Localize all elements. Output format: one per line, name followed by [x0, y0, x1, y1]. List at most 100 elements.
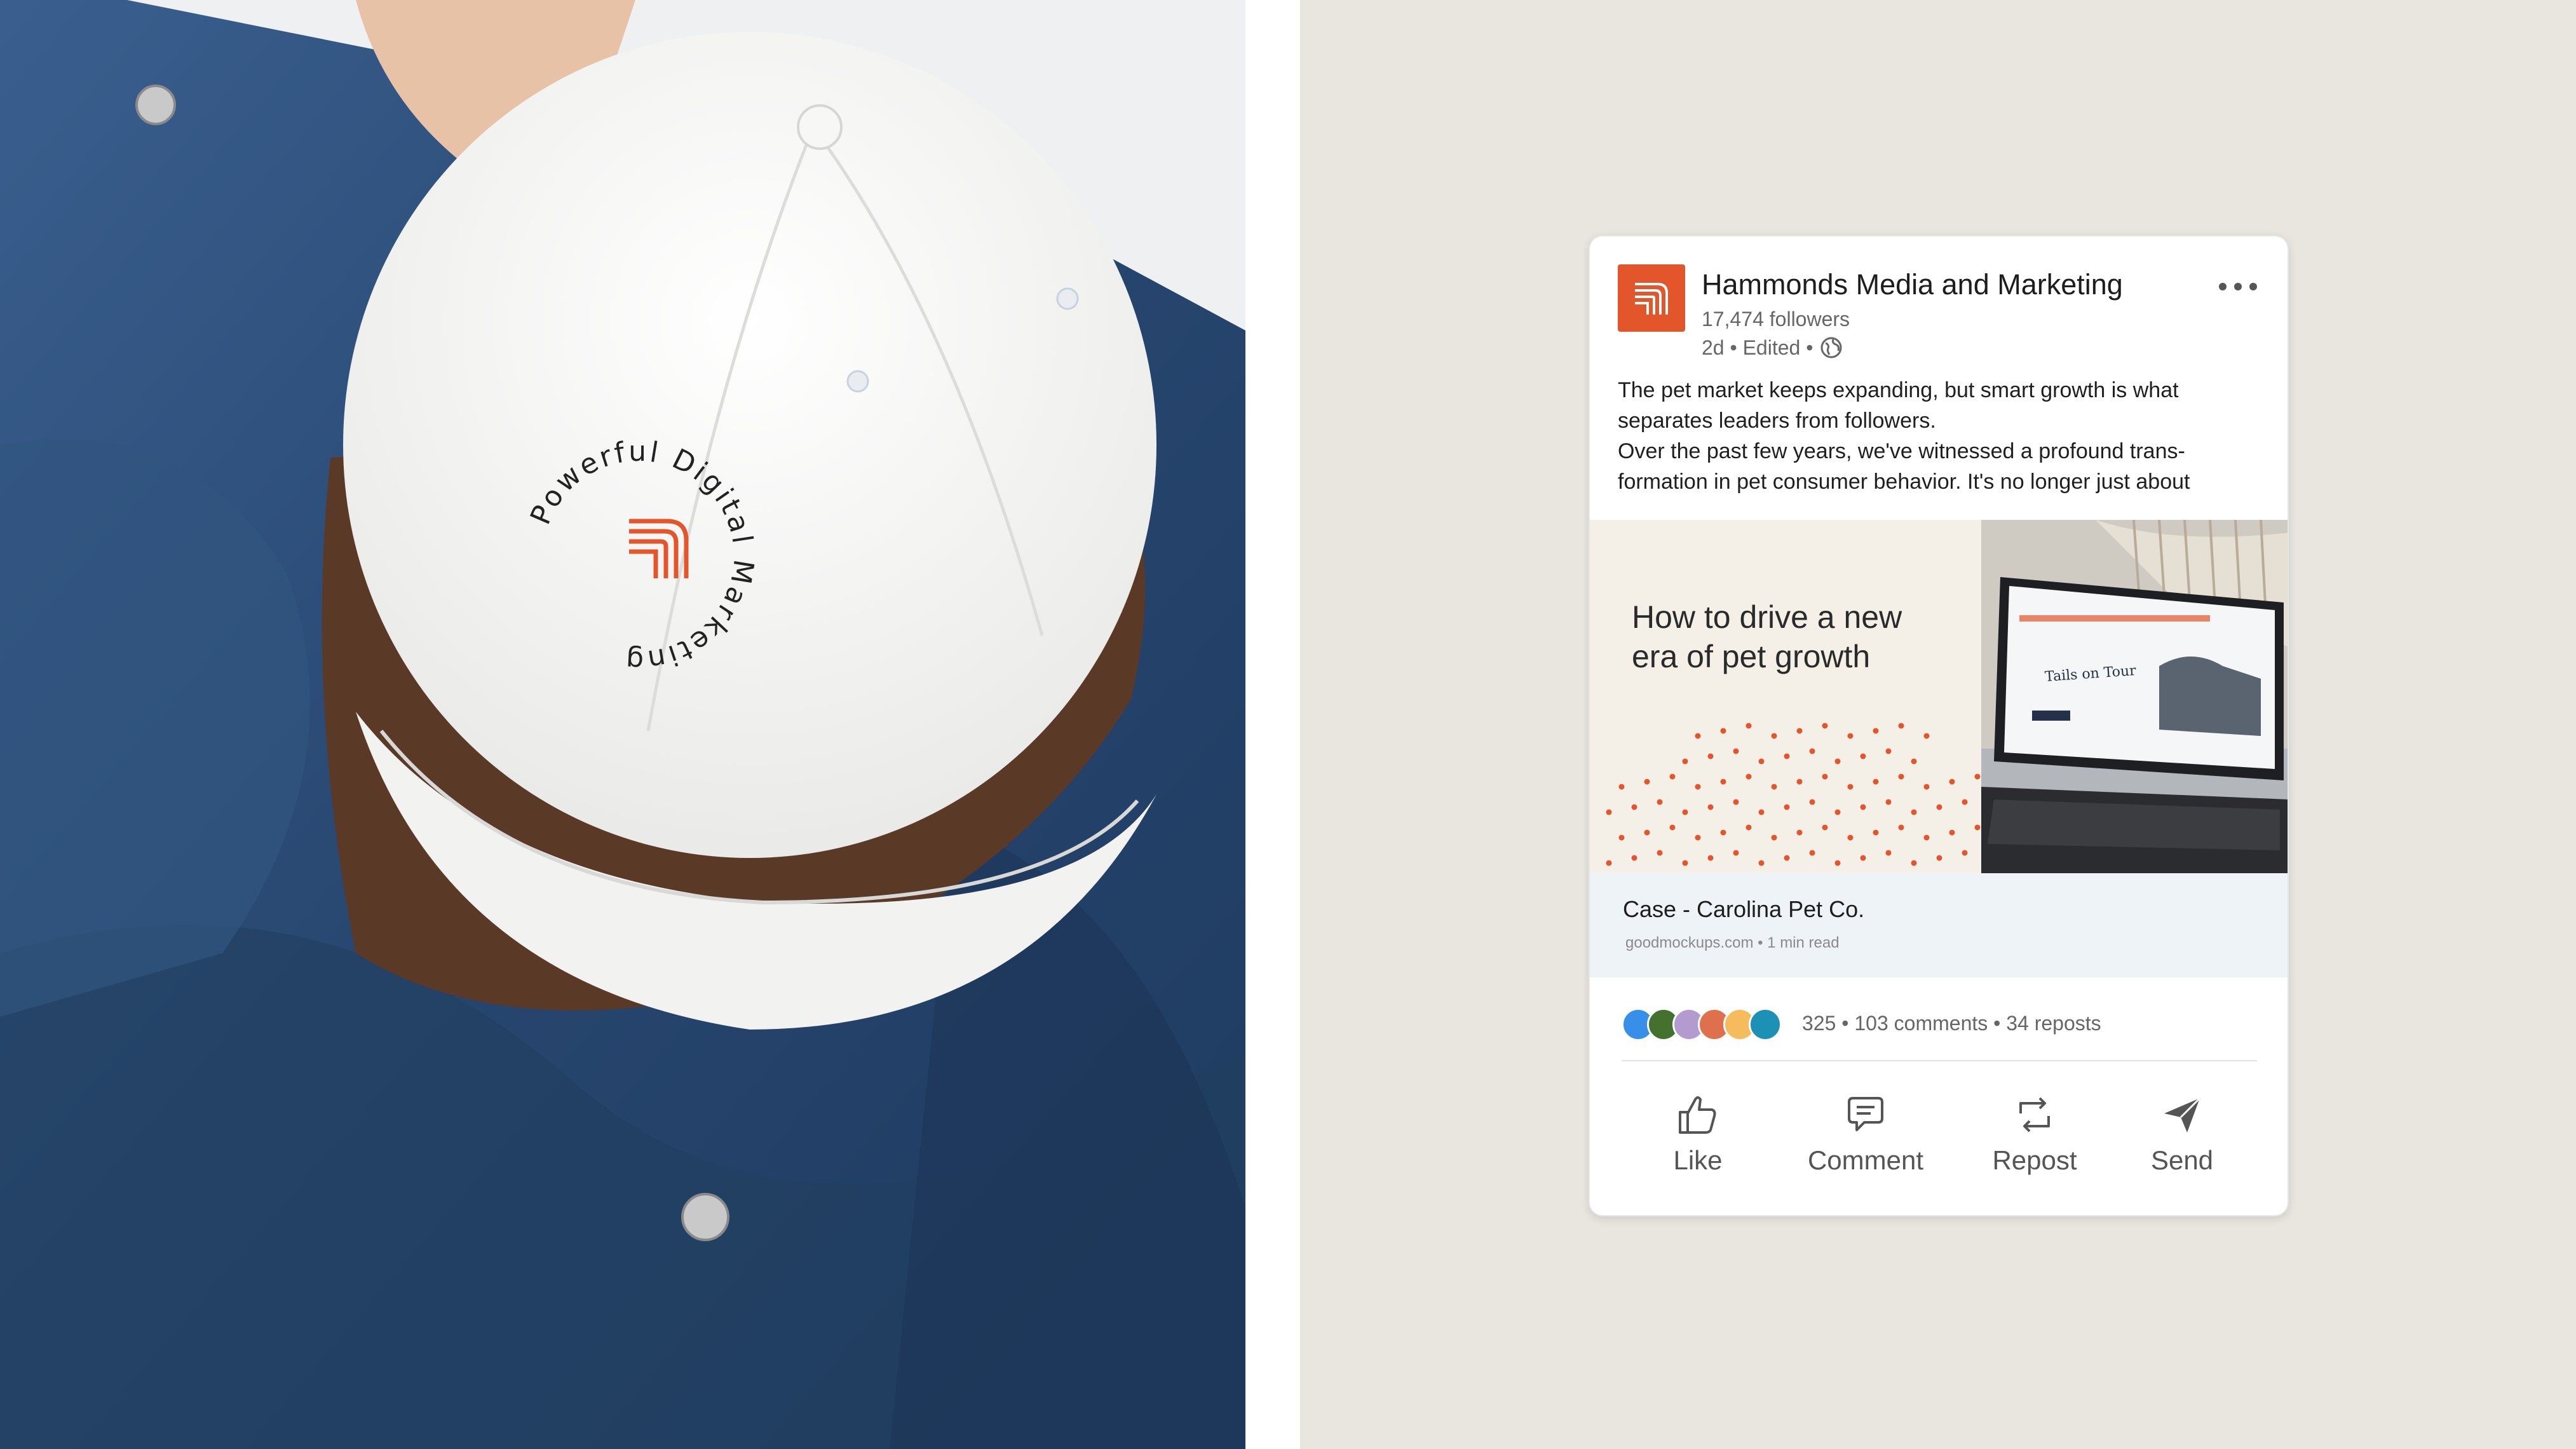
pattern-dot [1707, 804, 1714, 810]
pattern-dot [1720, 829, 1726, 836]
pattern-dot [1809, 850, 1815, 856]
pattern-dot [1962, 799, 1968, 805]
pattern-dot [1682, 860, 1688, 866]
pattern-dot [1847, 784, 1854, 790]
pattern-dot [1771, 834, 1777, 841]
pattern-dot [1720, 728, 1726, 734]
pattern-dot [1758, 860, 1765, 866]
pattern-dot [1822, 824, 1828, 831]
post-body-line: The pet market keeps expanding, but smar… [1618, 378, 2179, 402]
pattern-dot [1949, 829, 1955, 836]
pattern-dot [1707, 753, 1714, 759]
pattern-dot [1796, 728, 1803, 734]
pattern-dot [1885, 748, 1892, 754]
pattern-dot [1911, 860, 1917, 866]
thumbs-up-icon [1679, 1096, 1716, 1134]
media-headline-line: era of pet growth [1632, 639, 1871, 674]
pattern-dot [1974, 824, 1981, 831]
pattern-dot [1695, 834, 1701, 841]
pattern-dot [1733, 748, 1739, 754]
send-icon [2164, 1097, 2201, 1133]
comment-button[interactable]: Comment [1796, 1075, 1935, 1190]
pattern-dot [1936, 855, 1942, 861]
pattern-dot [1657, 799, 1663, 805]
post-body-line: Over the past few years, we've witnessed… [1618, 439, 2185, 463]
pattern-dot [1898, 773, 1904, 780]
post-body-line: formation in pet consumer behavior. It's… [1618, 470, 2190, 494]
pattern-dot [1834, 758, 1841, 765]
pattern-dot [1733, 799, 1739, 805]
laptop-illustration [1981, 520, 2288, 873]
pattern-dot [1771, 733, 1777, 739]
pattern-dot [1885, 850, 1892, 856]
reaction-icons[interactable] [1622, 1008, 1793, 1041]
link-preview[interactable]: Case - Carolina Pet Co. goodmockups.com … [1590, 873, 2288, 977]
media-headline: How to drive a new era of pet growth [1632, 597, 1975, 676]
pattern-dot [1860, 855, 1866, 861]
comment-icon [1848, 1097, 1883, 1131]
pattern-dot [1873, 728, 1879, 734]
company-name[interactable]: Hammonds Media and Marketing [1702, 268, 2123, 301]
post-meta-text: 2d • Edited • [1702, 336, 1813, 359]
pattern-dot [1720, 779, 1726, 785]
pattern-dot [1695, 733, 1701, 739]
pattern-dot [1669, 773, 1676, 780]
pattern-dot [1618, 834, 1625, 841]
pattern-dot [1923, 733, 1930, 739]
post-body: The pet market keeps expanding, but smar… [1618, 375, 2260, 497]
cap-photo: Powerful Digital Marketing [0, 0, 1245, 1449]
pattern-dot [1911, 758, 1917, 765]
pattern-dot [1847, 834, 1854, 841]
ellipsis-icon[interactable] [2219, 277, 2257, 296]
pattern-dot [1809, 748, 1815, 754]
post-meta: 2d • Edited • [1702, 336, 1843, 360]
pattern-dot [1733, 850, 1739, 856]
pattern-dot [1860, 753, 1866, 759]
globe-icon [1820, 337, 1842, 358]
dot-pattern-graphic [1606, 723, 1981, 866]
post-header: Hammonds Media and Marketing 17,474 foll… [1618, 264, 2260, 360]
pattern-dot [1974, 773, 1981, 780]
pattern-dot [1618, 784, 1625, 790]
pattern-dot [1911, 809, 1917, 815]
reactions-bar[interactable]: 325 • 103 comments • 34 reposts [1622, 1007, 2263, 1042]
pattern-dot [1873, 829, 1879, 836]
pattern-dot [1784, 804, 1790, 810]
pattern-dot [1771, 784, 1777, 790]
repost-button[interactable]: Repost [1965, 1075, 2105, 1190]
pattern-dot [1606, 809, 1612, 815]
pattern-dot [1707, 855, 1714, 861]
pattern-dot [1657, 850, 1663, 856]
pattern-dot [1860, 804, 1866, 810]
pattern-dot [1834, 809, 1841, 815]
post-media-image[interactable]: How to drive a new era of pet growth Tai… [1590, 520, 2288, 873]
reaction-summary[interactable]: 325 • 103 comments • 34 reposts [1802, 1012, 2101, 1035]
action-bar: Like Comment Repost Send [1590, 1075, 2288, 1202]
pattern-dot [1746, 824, 1752, 831]
post-card: Hammonds Media and Marketing 17,474 foll… [1589, 235, 2289, 1216]
pattern-dot [1923, 784, 1930, 790]
like-button[interactable]: Like [1628, 1075, 1768, 1190]
pattern-dot [1644, 829, 1650, 836]
media-headline-line: How to drive a new [1632, 599, 1902, 635]
pattern-dot [1796, 779, 1803, 785]
pattern-dot [1682, 809, 1688, 815]
pattern-dot [1822, 723, 1828, 729]
pattern-dot [1834, 860, 1841, 866]
link-title[interactable]: Case - Carolina Pet Co. [1623, 896, 1864, 923]
company-logo[interactable] [1618, 264, 1685, 332]
pattern-dot [1682, 758, 1688, 765]
pattern-dot [1898, 723, 1904, 729]
panel-gutter [1245, 0, 1300, 1449]
pattern-dot [1784, 753, 1790, 759]
pattern-dot [1847, 733, 1854, 739]
pattern-dot [1809, 799, 1815, 805]
like-label: Like [1673, 1145, 1723, 1175]
send-button[interactable]: Send [2112, 1075, 2252, 1190]
post-body-line: separates leaders from followers. [1618, 409, 1936, 433]
pattern-dot [1644, 779, 1650, 785]
pattern-dot [1758, 809, 1765, 815]
pattern-dot [1784, 855, 1790, 861]
funny-icon [1749, 1008, 1782, 1041]
pattern-dot [1746, 773, 1752, 780]
